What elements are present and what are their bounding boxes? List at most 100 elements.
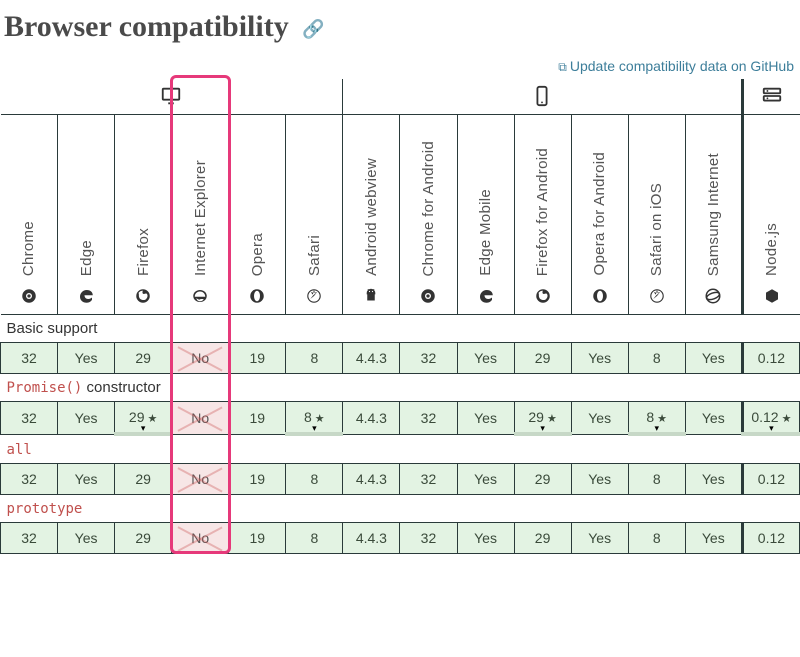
browser-label: Safari on iOS [648,183,665,276]
external-link-icon: ⧉ [558,60,567,74]
chrome-android-icon [401,287,455,308]
support-cell: 32 [400,402,457,435]
support-cell: 29 [115,343,172,374]
browser-header-edge-mobile: Edge Mobile [457,115,514,315]
samsung-icon [687,287,740,308]
mobile-icon [531,85,553,110]
support-cell[interactable]: 29★ [115,402,172,435]
support-cell: 32 [400,343,457,374]
browser-label: Samsung Internet [705,153,722,276]
note-icon: ★ [148,413,158,425]
compat-table-wrapper: Chrome Edge Firefox Internet Explorer Opera S… [0,79,800,554]
node-icon [745,287,799,308]
page-title: Browser compatibility 🔗 [4,10,800,44]
browser-label: Firefox [135,228,152,276]
support-cell: 29 [115,464,172,495]
support-cell: 8 [628,523,685,554]
feature-code: Promise() [7,380,83,396]
feature-code: all [7,442,32,458]
browser-label: Edge [78,240,95,276]
browser-header-chrome-android: Chrome for Android [400,115,457,315]
support-cell[interactable]: 0.12★ [742,402,799,435]
support-cell: Yes [58,464,115,495]
note-icon: ★ [657,413,667,425]
support-cell: Yes [457,402,514,435]
support-cell: Yes [58,343,115,374]
support-cell: 8 [286,343,343,374]
browser-header-edge: Edge [58,115,115,315]
feature-code: prototype [7,501,83,517]
support-cell: 0.12 [742,523,799,554]
note-icon: ★ [782,413,792,425]
support-cell: 8 [286,523,343,554]
feature-name: Promise() constructor [1,374,800,402]
support-cell: Yes [685,402,742,435]
edge-icon [59,287,113,308]
support-cell: 19 [229,464,286,495]
browser-header-row: Chrome Edge Firefox Internet Explorer Opera S… [1,115,800,315]
support-cell: 29 [514,523,571,554]
browser-label: Opera [249,233,266,276]
support-cell: 4.4.3 [343,402,400,435]
browser-header-chrome: Chrome [1,115,58,315]
browser-header-firefox-android: Firefox for Android [514,115,571,315]
browser-label: Opera for Android [591,152,608,276]
platform-mobile [343,79,742,115]
link-icon[interactable]: 🔗 [302,19,324,39]
support-cell: 32 [400,523,457,554]
platform-header-row [1,79,800,115]
support-cell: 0.12 [742,464,799,495]
support-cell: Yes [571,402,628,435]
server-icon [761,85,783,110]
support-cell: 4.4.3 [343,343,400,374]
support-cell: 32 [1,402,58,435]
support-cell: Yes [571,464,628,495]
browser-label: Internet Explorer [192,160,209,276]
feature-name: Basic support [1,315,800,343]
update-link-text: Update compatibility data on GitHub [570,58,794,74]
compat-table-body: Basic support32Yes29No1984.4.332Yes29Yes… [1,315,800,554]
browser-label: Android webview [363,158,380,276]
support-cell: Yes [58,402,115,435]
browser-label: Node.js [763,223,780,276]
opera-icon [230,287,284,308]
support-cell: Yes [457,523,514,554]
support-cell[interactable]: 8★ [628,402,685,435]
support-cell: Yes [457,343,514,374]
support-cell: Yes [571,523,628,554]
browser-header-android-webview: Android webview [343,115,400,315]
firefox-android-icon [516,287,570,308]
chrome-icon [2,287,57,308]
safari-icon [287,287,341,308]
compat-table: Chrome Edge Firefox Internet Explorer Opera S… [0,79,800,554]
browser-label: Safari [306,235,323,276]
support-cell: 29 [514,464,571,495]
support-cell: Yes [457,464,514,495]
support-cell: No [172,343,229,374]
support-cell: 19 [229,523,286,554]
browser-header-samsung: Samsung Internet [685,115,742,315]
support-cell: Yes [685,523,742,554]
opera-android-icon [573,287,627,308]
browser-label: Firefox for Android [534,148,551,276]
browser-header-safari-ios: Safari on iOS [628,115,685,315]
platform-server [742,79,799,115]
support-cell[interactable]: 8★ [286,402,343,435]
support-cell: No [172,464,229,495]
support-cell[interactable]: 29★ [514,402,571,435]
platform-desktop [1,79,343,115]
desktop-icon [160,85,182,110]
support-cell: 29 [514,343,571,374]
support-cell: 4.4.3 [343,464,400,495]
support-cell: 32 [1,523,58,554]
browser-label: Chrome [20,221,37,276]
support-cell: 8 [286,464,343,495]
ie-icon [173,287,227,308]
browser-header-firefox: Firefox [115,115,172,315]
support-cell: 8 [628,343,685,374]
browser-label: Edge Mobile [477,189,494,276]
browser-header-opera-android: Opera for Android [571,115,628,315]
support-cell: 32 [1,464,58,495]
update-data-link[interactable]: ⧉Update compatibility data on GitHub [0,58,794,75]
support-cell: 19 [229,402,286,435]
